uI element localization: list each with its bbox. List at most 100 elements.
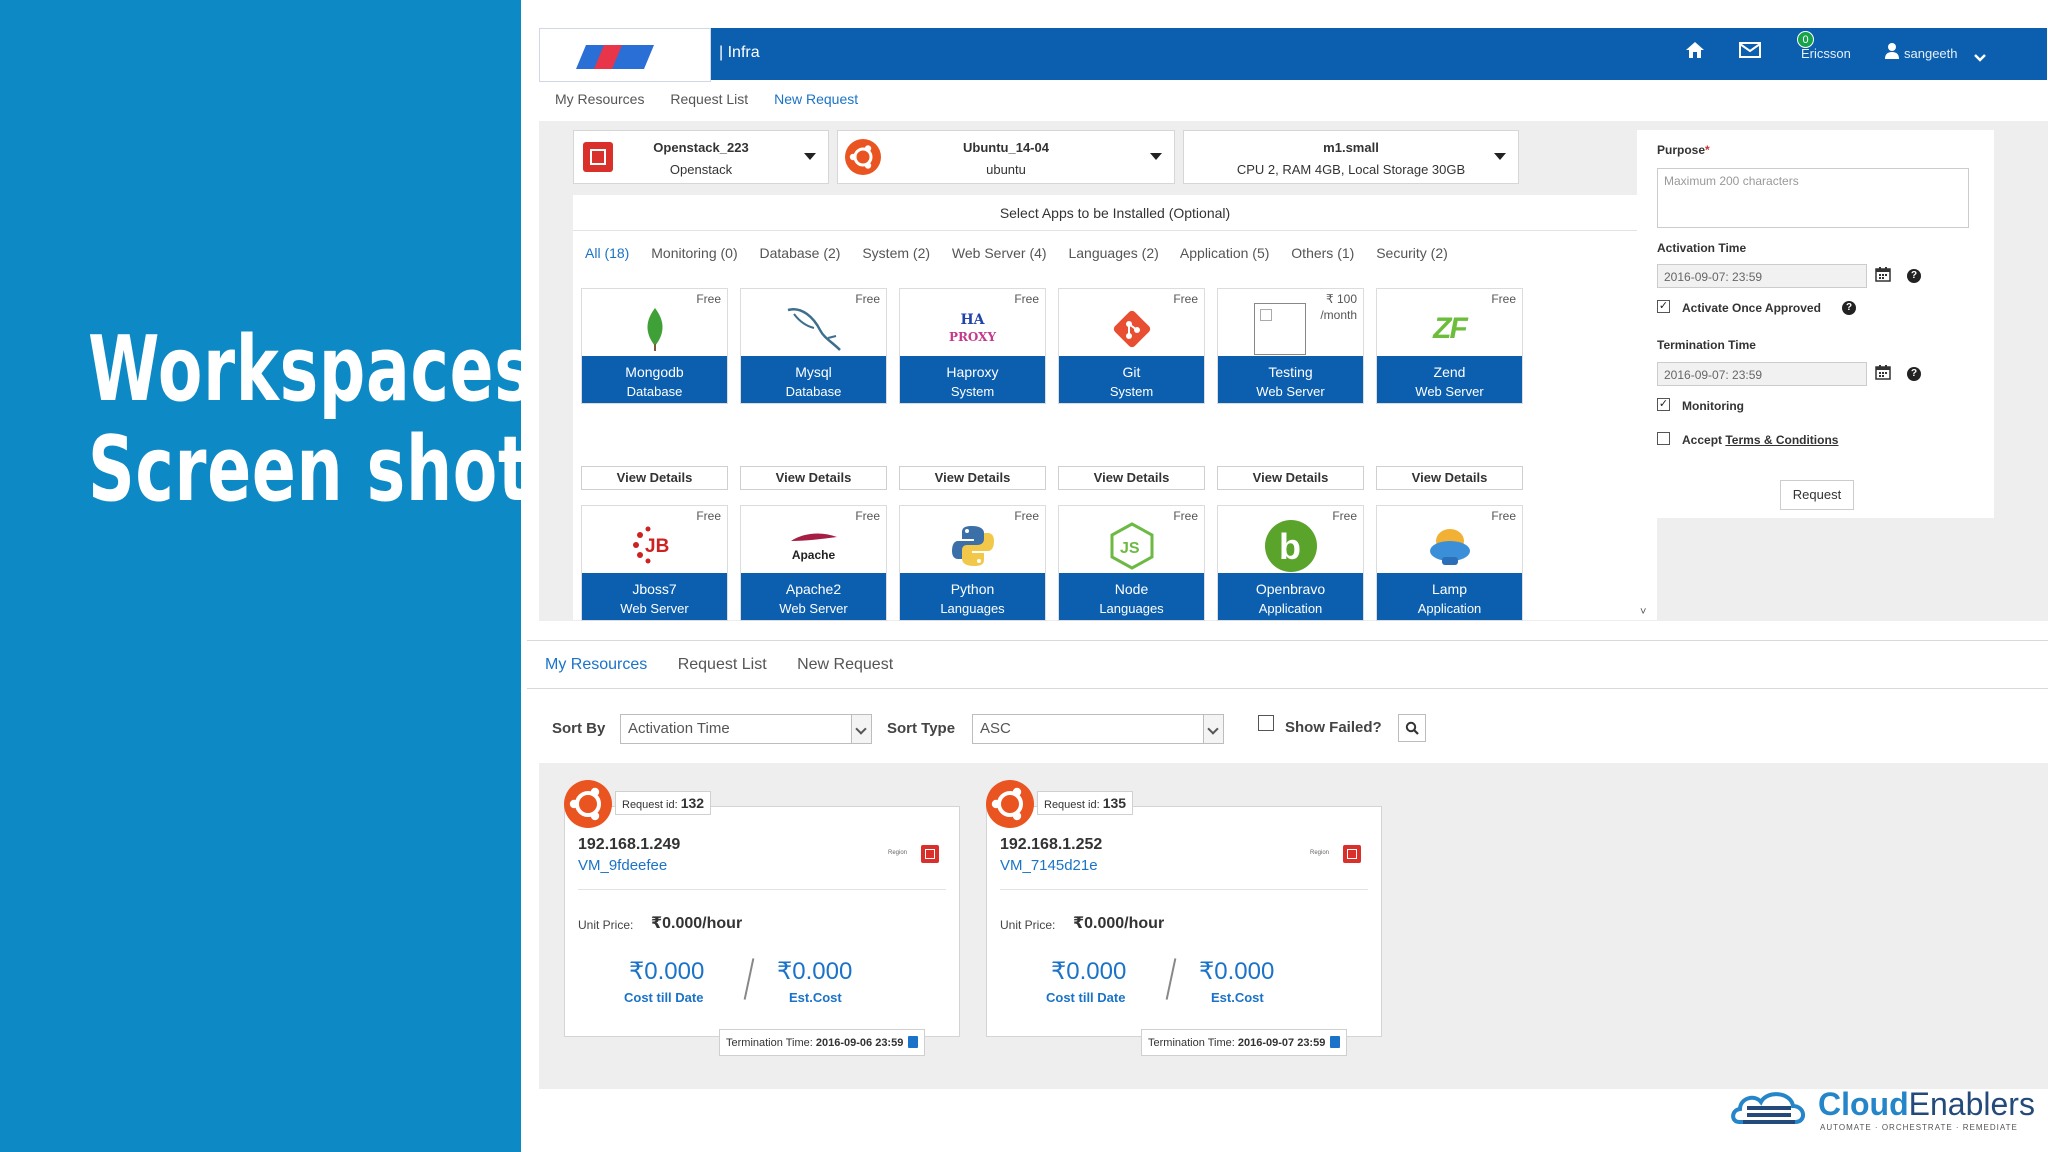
resource-card[interactable]: Request id: 135 192.168.1.252 VM_7145d21… xyxy=(986,780,1382,1056)
view-details-button[interactable]: View Details xyxy=(1376,466,1523,490)
app-card-mongodb[interactable]: Free Mongodb Database xyxy=(581,288,728,404)
est-cost-value: ₹0.000 xyxy=(777,958,853,985)
show-failed-label: Show Failed? xyxy=(1285,719,1382,736)
apps-section-header: Select Apps to be Installed (Optional) xyxy=(573,195,1657,231)
app-card-openbravo[interactable]: Free b Openbravo Application xyxy=(1217,505,1364,621)
cost-till-date-label: Cost till Date xyxy=(624,990,704,1005)
org-name[interactable]: Ericsson xyxy=(1801,46,1851,61)
user-icon[interactable] xyxy=(1884,42,1900,66)
resources-tabs: My Resources Request List New Request xyxy=(545,656,919,674)
svg-text:JS: JS xyxy=(1120,540,1140,557)
app-name: Testing xyxy=(1268,364,1313,380)
app-card-haproxy[interactable]: Free HA PROXY Haproxy System xyxy=(899,288,1046,404)
terms-link[interactable]: Terms & Conditions xyxy=(1725,433,1838,447)
image-selector[interactable]: Ubuntu_14-04 ubuntu xyxy=(837,130,1175,184)
filter-languages[interactable]: Languages (2) xyxy=(1068,245,1158,261)
activate-once-checkbox[interactable]: ✓ xyxy=(1657,300,1670,313)
scroll-down-icon[interactable]: ˅ xyxy=(1640,606,1646,618)
request-details-panel: Purpose* Maximum 200 characters Activati… xyxy=(1637,130,1994,518)
app-category: System xyxy=(1109,384,1154,399)
resource-vm-link[interactable]: VM_7145d21e xyxy=(1000,857,1098,874)
apps-grid: Free Mongodb Database Free Mysql Database … xyxy=(573,277,1657,621)
home-icon[interactable] xyxy=(1685,41,1705,65)
app-category-filters: All (18) Monitoring (0) Database (2) Sys… xyxy=(573,231,1657,277)
monitoring-label: Monitoring xyxy=(1682,399,1744,413)
cloud-selector[interactable]: Openstack_223 Openstack xyxy=(573,130,829,184)
apache-feather-icon: Apache xyxy=(741,520,886,572)
chevron-down-icon[interactable] xyxy=(1974,46,1986,69)
purpose-textarea[interactable]: Maximum 200 characters xyxy=(1657,168,1969,228)
tab-my-resources[interactable]: My Resources xyxy=(545,656,647,673)
app-card-jboss7[interactable]: Free JB Jboss7 Web Server xyxy=(581,505,728,621)
haproxy-logo-icon: HA PROXY xyxy=(948,312,997,344)
sort-type-select[interactable]: ASC xyxy=(972,714,1224,744)
help-icon[interactable]: ? xyxy=(1842,301,1856,315)
app-category: Web Server xyxy=(1415,384,1484,399)
termination-time-label: Termination Time xyxy=(1657,338,1756,352)
resource-vm-link[interactable]: VM_9fdeefee xyxy=(578,857,667,874)
chevron-down-icon xyxy=(851,715,871,743)
app-name: Git xyxy=(1122,364,1141,380)
nav-request-list[interactable]: Request List xyxy=(670,91,748,107)
filter-all[interactable]: All (18) xyxy=(585,245,629,261)
request-button[interactable]: Request xyxy=(1780,480,1854,510)
search-button[interactable] xyxy=(1398,714,1426,742)
filter-system[interactable]: System (2) xyxy=(862,245,930,261)
accept-terms-checkbox[interactable] xyxy=(1657,432,1670,445)
app-card-git[interactable]: Free Git System xyxy=(1058,288,1205,404)
help-icon[interactable]: ? xyxy=(1907,367,1921,381)
caret-down-icon xyxy=(804,153,816,160)
app-category: Database xyxy=(785,384,842,399)
tab-request-list[interactable]: Request List xyxy=(678,656,767,673)
resource-ip: 192.168.1.252 xyxy=(1000,836,1103,853)
calendar-icon[interactable] xyxy=(1875,364,1891,385)
user-menu[interactable]: sangeeth xyxy=(1904,46,1958,61)
app-category: Languages xyxy=(940,601,1005,616)
view-details-button[interactable]: View Details xyxy=(1058,466,1205,490)
calendar-icon[interactable] xyxy=(1875,266,1891,287)
show-failed-checkbox[interactable] xyxy=(1258,715,1274,731)
view-details-button[interactable]: View Details xyxy=(740,466,887,490)
openstack-icon xyxy=(921,845,939,863)
filter-application[interactable]: Application (5) xyxy=(1180,245,1270,261)
app-card-testing[interactable]: ₹ 100/month Testing Web Server xyxy=(1217,288,1364,404)
filter-web-server[interactable]: Web Server (4) xyxy=(952,245,1047,261)
sort-by-select[interactable]: Activation Time xyxy=(620,714,872,744)
app-category: System xyxy=(950,384,995,399)
activation-time-input[interactable]: 2016-09-07: 23:59 xyxy=(1657,264,1867,288)
monitoring-checkbox[interactable]: ✓ xyxy=(1657,398,1670,411)
filter-database[interactable]: Database (2) xyxy=(760,245,841,261)
filter-security[interactable]: Security (2) xyxy=(1376,245,1448,261)
tab-new-request[interactable]: New Request xyxy=(797,656,893,673)
trash-icon[interactable] xyxy=(1330,1036,1341,1048)
termination-time-badge: Termination Time: 2016-09-07 23:59 xyxy=(1141,1029,1348,1056)
lamp-logo-icon xyxy=(1377,520,1522,572)
filter-others[interactable]: Others (1) xyxy=(1291,245,1354,261)
termination-time-input[interactable]: 2016-09-07: 23:59 xyxy=(1657,362,1867,386)
nav-new-request[interactable]: New Request xyxy=(774,91,858,107)
trash-icon[interactable] xyxy=(908,1036,919,1048)
activation-time-label: Activation Time xyxy=(1657,241,1747,255)
filter-monitoring[interactable]: Monitoring (0) xyxy=(651,245,737,261)
app-category: Application xyxy=(1417,601,1482,616)
view-details-button[interactable]: View Details xyxy=(899,466,1046,490)
app-card-mysql[interactable]: Free Mysql Database xyxy=(740,288,887,404)
resource-ip: 192.168.1.249 xyxy=(578,836,681,853)
mail-icon[interactable] xyxy=(1739,41,1761,65)
app-category: Application xyxy=(1258,601,1323,616)
view-details-button[interactable]: View Details xyxy=(581,466,728,490)
app-card-node[interactable]: Free JS Node Languages xyxy=(1058,505,1205,621)
app-card-lamp[interactable]: Free Lamp Application xyxy=(1376,505,1523,621)
nav-my-resources[interactable]: My Resources xyxy=(555,91,644,107)
breadcrumb[interactable]: | Infra xyxy=(719,44,760,62)
image-os: ubuntu xyxy=(986,162,1026,177)
resource-card[interactable]: Request id: 132 192.168.1.249 VM_9fdeefe… xyxy=(564,780,960,1056)
app-card-python[interactable]: Free Python Languages xyxy=(899,505,1046,621)
app-card-apache2[interactable]: Free Apache Apache2 Web Server xyxy=(740,505,887,621)
view-details-button[interactable]: View Details xyxy=(1217,466,1364,490)
help-icon[interactable]: ? xyxy=(1907,269,1921,283)
flavor-selector[interactable]: m1.small CPU 2, RAM 4GB, Local Storage 3… xyxy=(1183,130,1519,184)
app-card-zend[interactable]: Free ZF Zend Web Server xyxy=(1376,288,1523,404)
app-logo[interactable] xyxy=(539,28,711,82)
app-name: Apache2 xyxy=(785,581,842,597)
